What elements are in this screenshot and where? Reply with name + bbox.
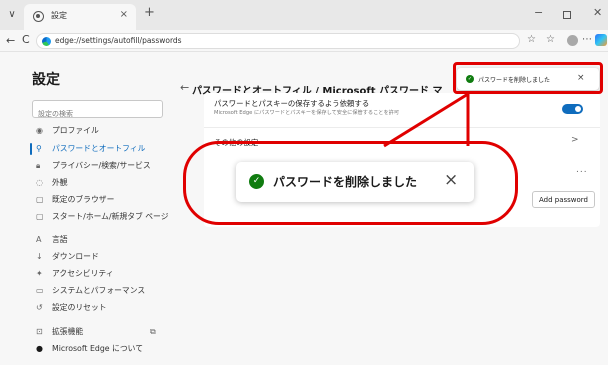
system-icon: ▭ [36,286,44,295]
settings-search-input[interactable] [33,106,162,122]
sidebar-item-label: Microsoft Edge について [52,344,144,353]
navigation-bar: ← C edge://settings/autofill/passwords ☆… [0,30,608,52]
external-link-icon: ⧉ [150,327,156,336]
offer-save-description: Microsoft Edge にパスワードとパスキーを保存して安全に保管すること… [214,110,400,116]
copilot-icon[interactable] [595,34,607,46]
more-menu-icon[interactable]: ⋯ [582,34,592,45]
home-icon: ▢ [36,212,44,221]
edge-logo-icon [42,37,51,46]
sidebar-item-about-edge[interactable]: ● Microsoft Edge について [30,341,190,357]
new-tab-button[interactable]: + [144,6,155,20]
window-close-button[interactable]: ✕ [593,6,602,19]
sidebar-item-label: スタート/ホーム/新規タブ ページ [52,212,169,221]
sidebar-item-profiles[interactable]: ◉ プロファイル [30,123,190,139]
sidebar-item-languages[interactable]: A 言語 [30,232,190,248]
offer-save-title: パスワードとパスキーの保存するよう依頼する [214,99,370,108]
more-options-icon[interactable]: ... [576,165,588,175]
sidebar-item-label: 言語 [52,235,68,244]
profile-icon: ◉ [36,126,43,135]
add-password-button[interactable]: Add password [532,191,595,208]
maximize-button[interactable] [563,11,571,19]
divider [204,127,600,128]
refresh-button[interactable]: C [22,33,30,46]
appearance-icon: ◌ [36,178,43,187]
sidebar-item-accessibility[interactable]: ✦ アクセシビリティ [30,266,190,282]
chevron-right-icon[interactable]: > [571,135,579,145]
settings-search-box[interactable] [32,100,163,122]
lock-icon: 🔒︎ [36,161,41,170]
sidebar-item-downloads[interactable]: ↓ ダウンロード [30,249,190,265]
settings-gear-icon [33,11,44,22]
sidebar-item-label: 既定のブラウザー [52,195,115,204]
sidebar-item-extensions[interactable]: ⊡ 拡張機能 ⧉ [30,324,190,340]
browser-tab[interactable]: 設定 × [24,4,136,30]
offer-save-toggle[interactable] [562,104,583,114]
sidebar-item-label: アクセシビリティ [52,269,114,278]
sidebar-item-label: 拡張機能 [52,327,84,336]
tab-close-icon[interactable]: × [120,9,128,20]
profile-avatar[interactable] [567,35,578,46]
annotation-callout-ellipse [183,141,518,225]
address-text: edge://settings/autofill/passwords [55,36,182,45]
sidebar-item-reset-settings[interactable]: ↺ 設定のリセット [30,300,190,316]
sidebar-item-start-home-newtab[interactable]: ▢ スタート/ホーム/新規タブ ページ [30,209,190,225]
edge-icon: ● [36,344,43,353]
minimize-button[interactable]: − [534,6,543,19]
title-bar: ∨ 設定 × + − ✕ [0,0,608,30]
language-icon: A [36,235,42,244]
favorites-list-icon[interactable]: ☆ [546,34,555,45]
sidebar-item-privacy[interactable]: 🔒︎ プライバシー/検索/サービス [30,158,190,174]
key-icon: ⚲ [36,144,42,153]
annotation-highlight-box [453,62,603,94]
sidebar-item-system-performance[interactable]: ▭ システムとパフォーマンス [30,283,190,299]
sidebar-item-default-browser[interactable]: ▢ 既定のブラウザー [30,192,190,208]
sidebar-item-label: システムとパフォーマンス [52,286,146,295]
tab-title: 設定 [51,11,67,20]
sidebar-item-label: ダウンロード [52,252,99,261]
sidebar-item-label: 外観 [52,178,68,187]
active-indicator [30,143,32,155]
sidebar-item-label: プロファイル [52,126,99,135]
accessibility-icon: ✦ [36,269,43,278]
extensions-icon: ⊡ [36,327,43,336]
address-bar[interactable]: edge://settings/autofill/passwords [36,33,520,49]
sidebar-title: 設定 [32,72,60,88]
download-icon: ↓ [36,252,43,261]
sidebar-item-passwords-autofill[interactable]: ⚲ パスワードとオートフィル [30,141,190,157]
favorite-star-icon[interactable]: ☆ [527,34,536,45]
sidebar-item-label: プライバシー/検索/サービス [52,161,151,170]
main-back-button[interactable]: ← [180,81,189,94]
browser-icon: ▢ [36,195,44,204]
tab-actions-menu-icon[interactable]: ∨ [6,9,18,21]
sidebar-item-appearance[interactable]: ◌ 外観 [30,175,190,191]
sidebar-item-label: パスワードとオートフィル [52,144,146,153]
reset-icon: ↺ [36,303,43,312]
settings-sidebar: 設定 ◉ プロファイル ⚲ パスワードとオートフィル 🔒︎ プライバシー/検索/… [0,52,195,365]
back-button[interactable]: ← [6,34,15,47]
sidebar-item-label: 設定のリセット [52,303,107,312]
